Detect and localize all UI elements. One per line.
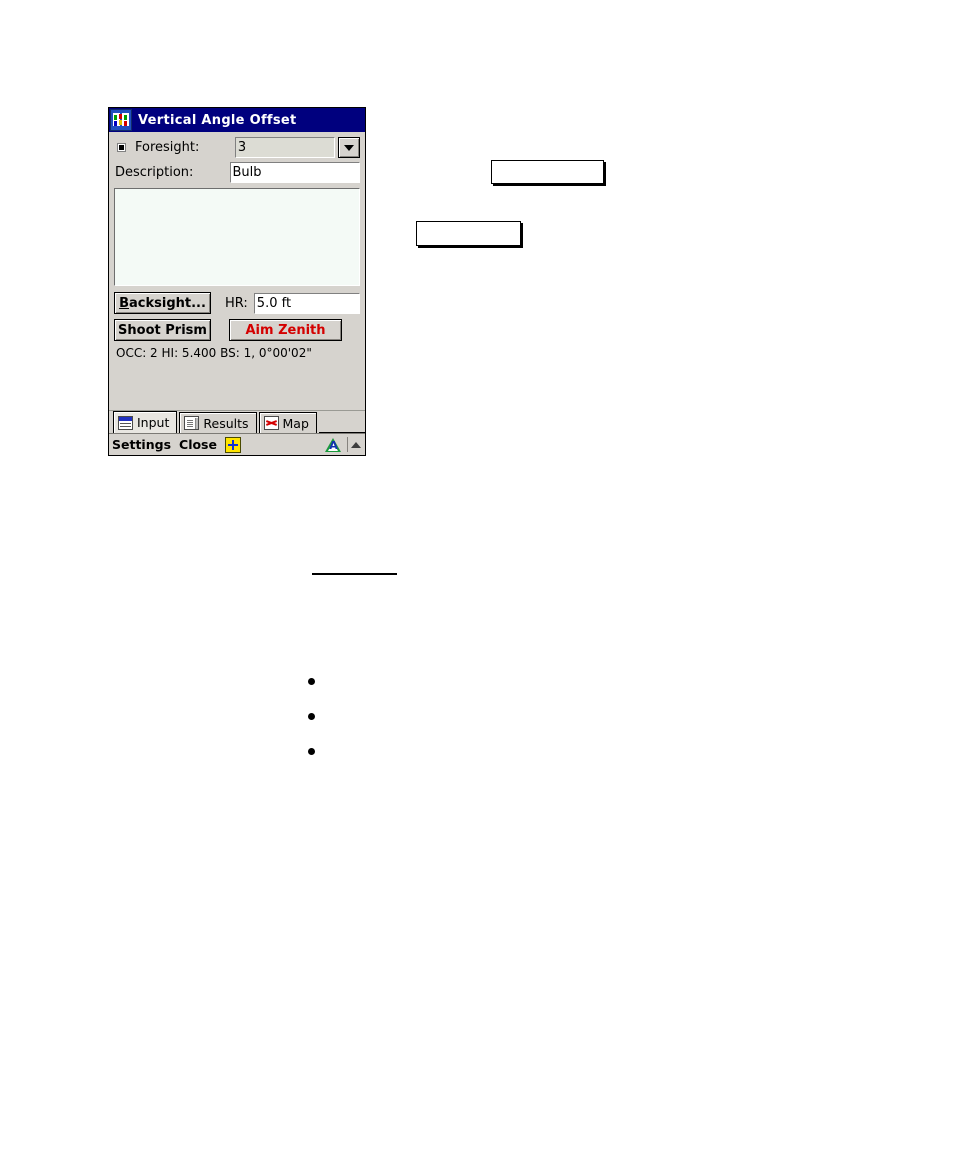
window-client-area: Foresight: 3 Description: Bulb Backsight…: [109, 132, 365, 410]
foresight-input[interactable]: 3: [234, 137, 335, 158]
command-bar: Settings Close A: [109, 433, 365, 455]
foresight-dropdown-button[interactable]: [338, 137, 360, 158]
description-row: Description: Bulb: [114, 162, 360, 183]
selected-square-icon[interactable]: [117, 143, 126, 152]
aim-zenith-button[interactable]: Aim Zenith: [229, 319, 342, 341]
up-arrow-icon[interactable]: [351, 441, 361, 448]
callout-box-1: [491, 160, 604, 184]
close-menu[interactable]: Close: [179, 437, 217, 452]
list-item-bullet: [308, 713, 315, 720]
document-icon: [184, 416, 200, 430]
backsight-button-accel: B: [119, 295, 129, 311]
tab-input[interactable]: Input: [113, 411, 178, 433]
foresight-row: Foresight: 3: [114, 137, 360, 158]
backsight-button-label: acksight...: [129, 295, 206, 311]
command-bar-divider: [347, 437, 348, 452]
foresight-label: Foresight:: [135, 140, 200, 155]
backsight-row: Backsight... HR: 5.0 ft: [114, 292, 360, 314]
tab-strip: Input Results Map: [109, 410, 365, 433]
tab-input-label: Input: [137, 415, 170, 430]
shoot-row: Shoot Prism Aim Zenith: [114, 319, 360, 341]
survey-triangle-letter: A: [329, 438, 338, 452]
section-underline: [312, 573, 397, 575]
points-list[interactable]: [114, 188, 360, 286]
map-points-icon: [263, 416, 279, 430]
callout-box-2: [416, 221, 521, 246]
chevron-down-icon: [344, 144, 354, 151]
shoot-prism-button[interactable]: Shoot Prism: [114, 319, 211, 341]
form-input-icon: [118, 415, 133, 430]
hr-label: HR:: [225, 295, 248, 311]
backsight-button[interactable]: Backsight...: [114, 292, 211, 314]
vertical-angle-offset-window: Vertical Angle Offset Foresight: 3 Descr…: [108, 107, 366, 456]
tab-results-label: Results: [203, 415, 249, 431]
settings-menu[interactable]: Settings: [112, 437, 171, 452]
list-item-bullet: [308, 748, 315, 755]
description-input[interactable]: Bulb: [229, 162, 360, 183]
tab-results[interactable]: Results: [179, 412, 257, 433]
window-titlebar: Vertical Angle Offset: [109, 108, 365, 132]
hr-input[interactable]: 5.0 ft: [253, 292, 360, 314]
occ-hi-bs-status: OCC: 2 HI: 5.400 BS: 1, 0°00'02": [116, 346, 312, 360]
app-book-icon: [110, 109, 132, 131]
description-label: Description:: [115, 165, 194, 180]
blue-star-button-icon[interactable]: [224, 436, 241, 453]
tab-map[interactable]: Map: [258, 412, 317, 433]
survey-triangle-icon[interactable]: A: [325, 437, 342, 453]
tab-map-label: Map: [282, 415, 309, 431]
tab-strip-filler: [318, 411, 365, 433]
window-title: Vertical Angle Offset: [138, 112, 297, 128]
list-item-bullet: [308, 678, 315, 685]
